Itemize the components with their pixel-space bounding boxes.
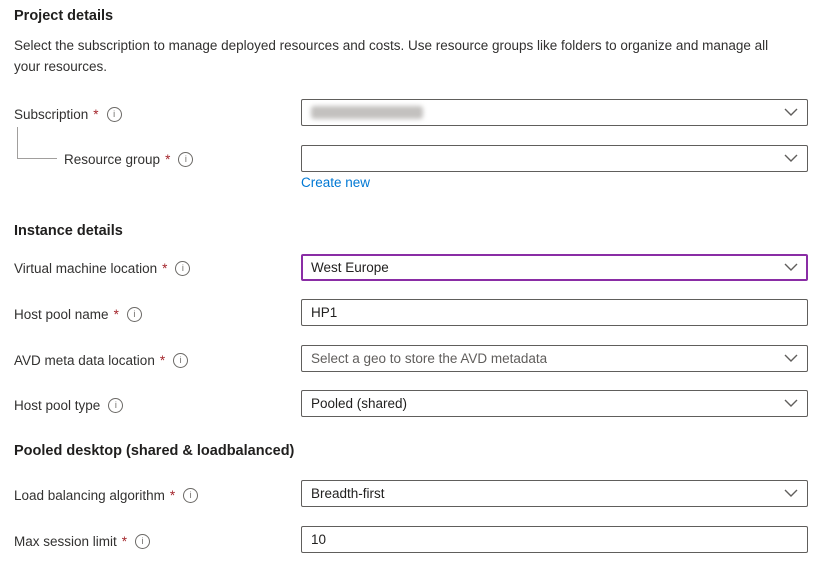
max-session-limit-input[interactable] [301, 526, 808, 553]
chevron-down-icon [784, 151, 798, 166]
chevron-down-icon [784, 260, 798, 275]
load-balancing-value: Breadth-first [311, 486, 385, 501]
info-icon[interactable]: i [107, 107, 122, 122]
subscription-value-redacted [311, 106, 423, 119]
required-asterisk: * [165, 152, 170, 167]
subscription-dropdown[interactable] [301, 99, 808, 126]
info-icon[interactable]: i [183, 488, 198, 503]
info-icon[interactable]: i [178, 152, 193, 167]
required-asterisk: * [160, 353, 165, 368]
create-new-link[interactable]: Create new [301, 175, 370, 190]
info-icon[interactable]: i [175, 261, 190, 276]
chevron-down-icon [784, 486, 798, 501]
host-pool-name-input[interactable] [301, 299, 808, 326]
avd-metadata-location-placeholder: Select a geo to store the AVD metadata [311, 351, 547, 366]
host-pool-form: Project details Select the subscription … [0, 0, 822, 568]
load-balancing-dropdown[interactable]: Breadth-first [301, 480, 808, 507]
required-asterisk: * [122, 534, 127, 549]
info-icon[interactable]: i [108, 398, 123, 413]
chevron-down-icon [784, 105, 798, 120]
required-asterisk: * [170, 488, 175, 503]
info-icon[interactable]: i [127, 307, 142, 322]
max-session-limit-label: Max session limit*i [14, 531, 150, 551]
avd-metadata-location-dropdown[interactable]: Select a geo to store the AVD metadata [301, 345, 808, 372]
resource-group-dropdown[interactable] [301, 145, 808, 172]
info-icon[interactable]: i [173, 353, 188, 368]
load-balancing-label: Load balancing algorithm*i [14, 485, 198, 505]
required-asterisk: * [93, 107, 98, 122]
host-pool-type-value: Pooled (shared) [311, 396, 407, 411]
avd-metadata-location-label: AVD meta data location*i [14, 350, 188, 370]
pooled-desktop-heading: Pooled desktop (shared & loadbalanced) [14, 443, 294, 459]
info-icon[interactable]: i [135, 534, 150, 549]
host-pool-type-dropdown[interactable]: Pooled (shared) [301, 390, 808, 417]
vm-location-value: West Europe [311, 260, 389, 275]
subscription-label: Subscription*i [14, 104, 122, 124]
vm-location-dropdown[interactable]: West Europe [301, 254, 808, 281]
tree-connector-line [17, 127, 57, 159]
host-pool-name-label: Host pool name*i [14, 304, 142, 324]
vm-location-label: Virtual machine location*i [14, 258, 190, 278]
resource-group-label: Resource group*i [64, 149, 193, 169]
instance-details-heading: Instance details [14, 223, 123, 239]
project-details-description: Select the subscription to manage deploy… [14, 35, 778, 77]
chevron-down-icon [784, 351, 798, 366]
host-pool-type-label: Host pool typei [14, 395, 123, 415]
required-asterisk: * [162, 261, 167, 276]
chevron-down-icon [784, 396, 798, 411]
required-asterisk: * [114, 307, 119, 322]
project-details-heading: Project details [14, 8, 113, 24]
